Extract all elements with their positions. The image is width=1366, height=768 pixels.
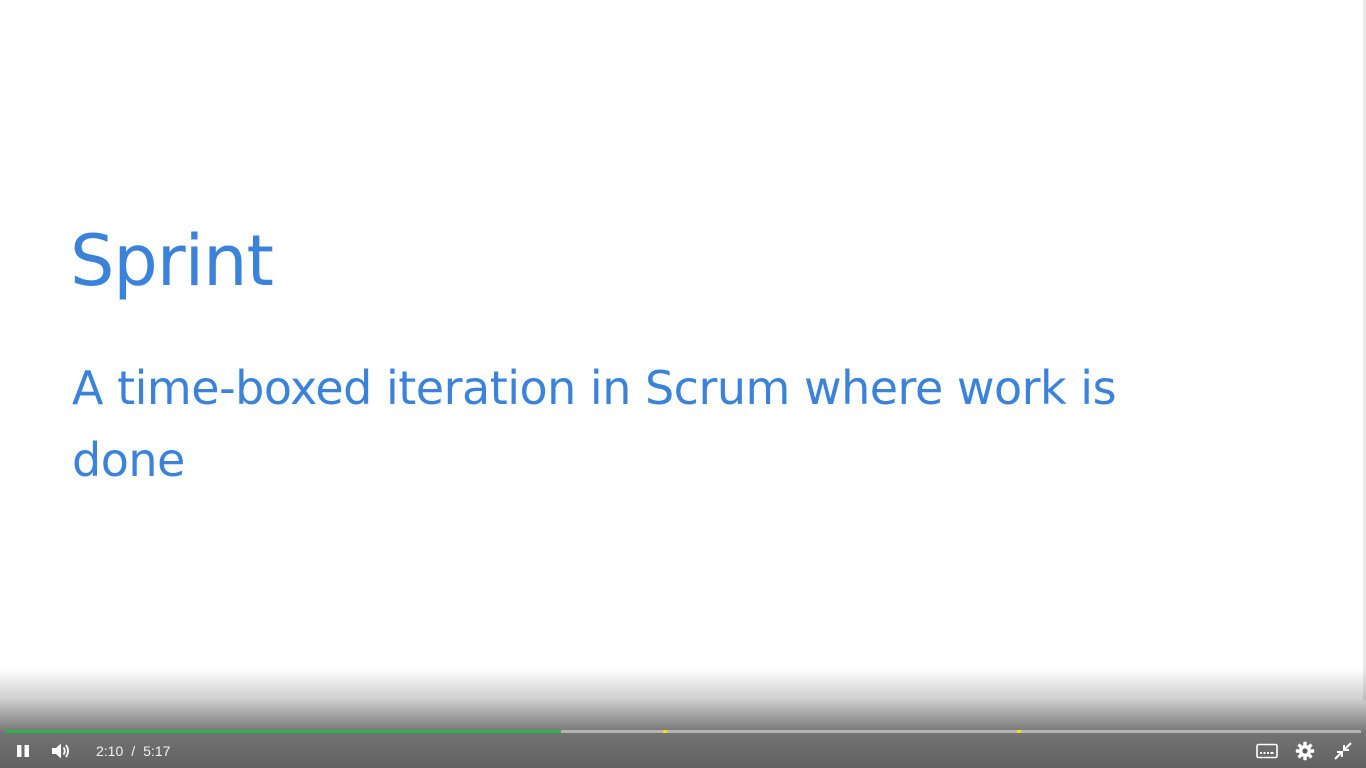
progress-bar[interactable]: [5, 729, 1361, 733]
gear-icon: [1295, 741, 1315, 761]
volume-button[interactable]: [42, 734, 80, 768]
duration: 5:17: [143, 743, 171, 759]
pause-icon: [16, 744, 30, 758]
time-display: 2:10 / 5:17: [96, 743, 170, 759]
settings-button[interactable]: [1286, 734, 1324, 768]
chapter-marker[interactable]: [1017, 730, 1022, 733]
video-frame[interactable]: Sprint A time-boxed iteration in Scrum w…: [0, 0, 1366, 768]
progress-played: [5, 730, 561, 733]
exit-fullscreen-icon: [1334, 742, 1352, 760]
play-pause-button[interactable]: [4, 734, 42, 768]
control-bar: 2:10 / 5:17: [0, 734, 1366, 768]
slide-body-text: A time-boxed iteration in Scrum where wo…: [72, 361, 1117, 487]
captions-icon: [1256, 743, 1278, 759]
current-time: 2:10: [96, 743, 124, 759]
volume-icon: [50, 742, 72, 760]
chapter-marker[interactable]: [663, 730, 668, 733]
video-player[interactable]: Sprint A time-boxed iteration in Scrum w…: [0, 0, 1366, 768]
slide-title: Sprint: [70, 220, 274, 302]
time-separator: /: [131, 743, 136, 759]
captions-button[interactable]: [1248, 734, 1286, 768]
fullscreen-button[interactable]: [1324, 734, 1362, 768]
